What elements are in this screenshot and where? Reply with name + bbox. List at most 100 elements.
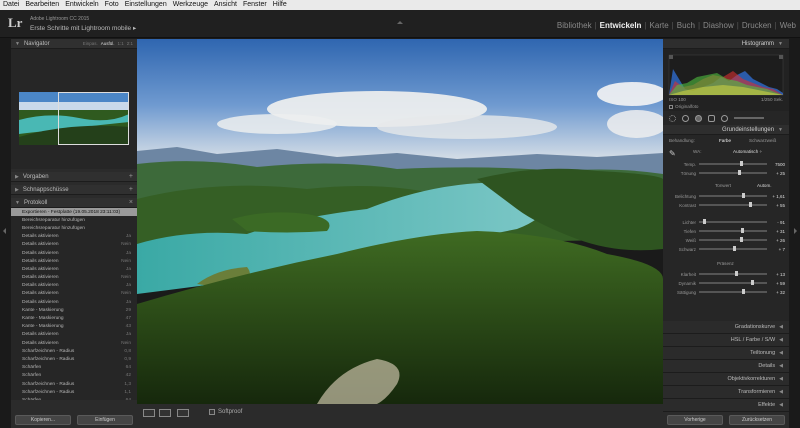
basic-header[interactable]: Grundeinstellungen ▼ [663, 125, 789, 135]
history-item[interactable]: Details aktivieren Nein [11, 290, 137, 298]
collapsed-panel-header[interactable]: HSL / Farbe / S/W ◀ [663, 334, 789, 347]
clear-history-icon[interactable]: × [129, 199, 133, 206]
history-item[interactable]: Details aktivieren Ja [11, 298, 137, 306]
slider-track[interactable] [699, 289, 767, 295]
slider-value[interactable]: + 31 [767, 229, 785, 234]
slider-knob[interactable] [734, 271, 738, 277]
slider-knob[interactable] [750, 280, 754, 286]
history-item[interactable]: Details aktivieren Ja [11, 233, 137, 241]
add-preset-icon[interactable]: + [129, 173, 133, 180]
slider-track[interactable] [699, 246, 767, 252]
slider-value[interactable]: + 32 [767, 290, 785, 295]
before-after-view-icon[interactable] [159, 409, 171, 417]
slider-value[interactable]: + 26 [767, 238, 785, 243]
slider-track[interactable] [699, 228, 767, 234]
zoom-2to1[interactable]: 2:1 [127, 41, 133, 46]
softproof-toggle[interactable]: Softproof [209, 409, 242, 415]
history-item[interactable]: Details aktivieren Ja [11, 265, 137, 273]
history-item[interactable]: Details aktivieren Nein [11, 241, 137, 249]
module-web[interactable]: Web [780, 21, 796, 30]
treatment-color[interactable]: Farbe [719, 138, 731, 143]
menu-bearbeiten[interactable]: Bearbeiten [25, 0, 59, 10]
collapsed-panel-header[interactable]: Transformieren ◀ [663, 386, 789, 399]
history-item[interactable]: Scharfzeichnen - Radius 0,9 [11, 355, 137, 363]
slider-track[interactable] [699, 280, 767, 286]
navigator-preview[interactable] [11, 49, 137, 169]
menu-foto[interactable]: Foto [105, 0, 119, 10]
snapshots-header[interactable]: ▶ Schnappschüsse + [11, 185, 137, 195]
softproof-checkbox[interactable] [209, 409, 215, 415]
before-after-split-icon[interactable] [177, 409, 189, 417]
module-drucken[interactable]: Drucken [742, 21, 772, 30]
collapsed-panel-header[interactable]: Objektivkorrekturen ◀ [663, 373, 789, 386]
presets-header[interactable]: ▶ Vorgaben + [11, 172, 137, 182]
slider-value[interactable]: - 91 [767, 220, 785, 225]
history-item[interactable]: Details aktivieren Ja [11, 249, 137, 257]
slider-track[interactable] [699, 237, 767, 243]
history-item[interactable]: Kante - Maskierung 29 [11, 306, 137, 314]
zoom-fill[interactable]: Ausfül. [101, 41, 115, 46]
add-snapshot-icon[interactable]: + [129, 186, 133, 193]
catalog-name[interactable]: Erste Schritte mit Lightroom mobile ▸ [30, 24, 136, 32]
spot-removal-icon[interactable] [682, 114, 689, 122]
histogram-header[interactable]: Histogramm ▼ [663, 39, 789, 49]
history-item[interactable]: Details aktivieren Ja [11, 282, 137, 290]
crop-tool-icon[interactable] [669, 114, 676, 122]
history-item[interactable]: Schärfen 64 [11, 364, 137, 372]
photo-canvas[interactable] [137, 39, 663, 404]
collapsed-panel-header[interactable]: Details ◀ [663, 360, 789, 373]
slider-knob[interactable] [742, 193, 746, 199]
history-item[interactable]: Details aktivieren Nein [11, 257, 137, 265]
zoom-fit[interactable]: Einpas. [83, 41, 98, 46]
navigator-header[interactable]: ▼ Navigator Einpas. Ausfül. 1:1 2:1 [11, 39, 137, 49]
menu-datei[interactable]: Datei [3, 0, 19, 10]
auto-tone-button[interactable]: Autom. [757, 183, 772, 188]
slider-knob[interactable] [748, 202, 752, 208]
menu-entwickeln[interactable]: Entwickeln [65, 0, 98, 10]
module-diashow[interactable]: Diashow [703, 21, 734, 30]
slider-knob[interactable] [702, 219, 706, 225]
module-buch[interactable]: Buch [677, 21, 695, 30]
slider-value[interactable]: + 1,61 [767, 194, 785, 199]
slider-track[interactable] [699, 219, 767, 225]
eyedropper-icon[interactable]: ✎ [669, 149, 676, 158]
collapsed-panel-header[interactable]: Teiltonung ◀ [663, 347, 789, 360]
slider-knob[interactable] [739, 161, 743, 167]
collapse-left-panel-icon[interactable] [3, 228, 6, 234]
slider-knob[interactable] [741, 228, 745, 234]
slider-knob[interactable] [742, 289, 746, 295]
history-header[interactable]: ▼ Protokoll × [11, 198, 137, 208]
slider-value[interactable]: + 25 [767, 171, 785, 176]
module-bibliothek[interactable]: Bibliothek [557, 21, 592, 30]
history-item[interactable]: Details aktivieren Ja [11, 331, 137, 339]
paste-settings-button[interactable]: Einfügen [77, 415, 133, 425]
collapsed-panel-header[interactable]: Gradationskurve ◀ [663, 321, 789, 334]
collapse-right-panel-icon[interactable] [794, 228, 797, 234]
slider-track[interactable] [699, 161, 767, 167]
copy-settings-button[interactable]: Kopieren... [15, 415, 71, 425]
slider-track[interactable] [699, 202, 767, 208]
original-photo-toggle[interactable]: Originalfoto [669, 104, 699, 109]
module-entwickeln[interactable]: Entwickeln [600, 21, 642, 30]
menu-fenster[interactable]: Fenster [243, 0, 267, 10]
slider-value[interactable]: + 13 [767, 272, 785, 277]
history-item[interactable]: Schärfen 42 [11, 372, 137, 380]
history-item[interactable]: Bereichsreparatur hinzufügen [11, 216, 137, 224]
history-item[interactable]: Scharfzeichnen - Radius 0,8 [11, 347, 137, 355]
slider-knob[interactable] [732, 246, 736, 252]
treatment-bw[interactable]: Schwarzweiß [749, 138, 776, 143]
reset-button[interactable]: Zurücksetzen [729, 415, 785, 425]
history-item[interactable]: Scharfzeichnen - Radius 1,1 [11, 388, 137, 396]
wb-preset-select[interactable]: Automatisch ÷ [733, 149, 762, 154]
menu-hilfe[interactable]: Hilfe [273, 0, 287, 10]
navigator-view-box[interactable] [58, 92, 129, 145]
slider-value[interactable]: + 59 [767, 281, 785, 286]
menu-einstellungen[interactable]: Einstellungen [125, 0, 167, 10]
slider-value[interactable]: + 7 [767, 247, 785, 252]
history-item[interactable]: Bereichsreparatur hinzufügen [11, 224, 137, 232]
history-item[interactable]: Details aktivieren Nein [11, 339, 137, 347]
slider-track[interactable] [699, 271, 767, 277]
previous-settings-button[interactable]: Vorherige [667, 415, 723, 425]
slider-track[interactable] [699, 193, 767, 199]
red-eye-icon[interactable] [695, 114, 702, 122]
